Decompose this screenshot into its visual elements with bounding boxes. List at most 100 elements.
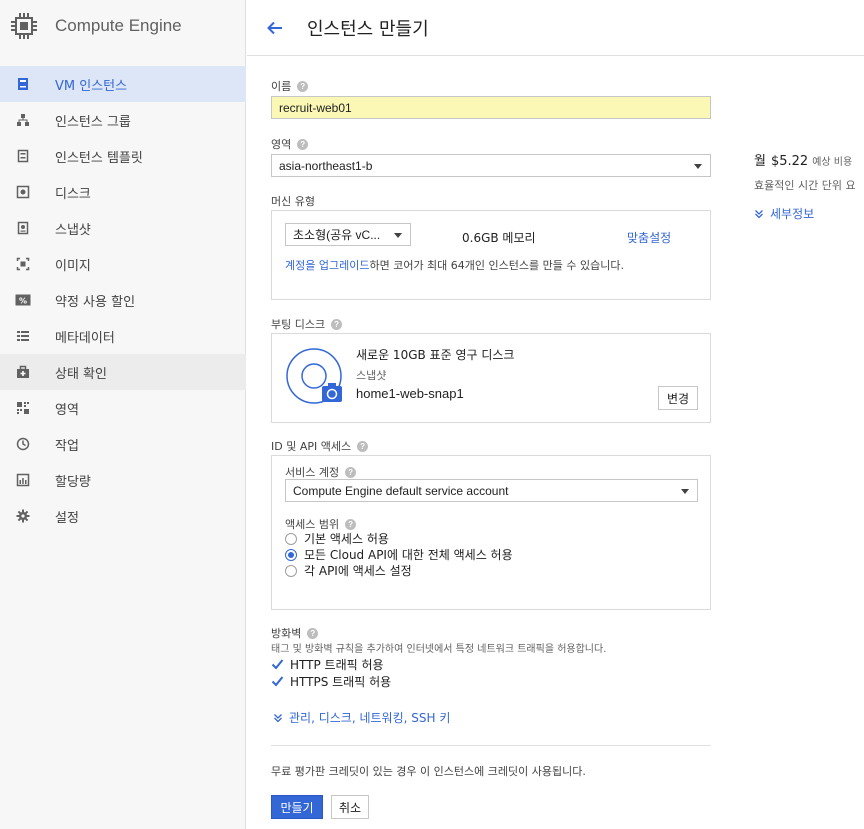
sidebar-item-instance-templates[interactable]: 인스턴스 템플릿	[0, 138, 246, 174]
cost-details-label: 세부정보	[770, 207, 815, 221]
boot-disk-title: 새로운 10GB 표준 영구 디스크	[356, 348, 515, 362]
sidebar-item-label: 설정	[55, 510, 79, 526]
customize-link[interactable]: 맞춤설정	[627, 229, 671, 246]
sidebar-item-snapshots[interactable]: 스냅샷	[0, 210, 246, 246]
instance-groups-icon	[15, 112, 31, 128]
help-icon[interactable]: ?	[357, 440, 369, 452]
scope-option-full-access[interactable]: 모든 Cloud API에 대한 전체 액세스 허용	[285, 546, 513, 563]
upgrade-notice: 계정을 업그레이드하면 코어가 최대 64개인 인스턴스를 만들 수 있습니다.	[285, 257, 624, 273]
sidebar-item-label: 영역	[55, 402, 79, 418]
memory-text: 0.6GB 메모리	[462, 231, 536, 245]
sidebar-item-disks[interactable]: 디스크	[0, 174, 246, 210]
zones-icon	[15, 400, 31, 416]
identity-api-label-text: ID 및 API 액세스	[271, 440, 352, 453]
snapshot-label: 스냅샷	[356, 369, 387, 382]
sidebar-item-label: 디스크	[55, 186, 91, 202]
svg-text:%: %	[19, 297, 27, 306]
cancel-button[interactable]: 취소	[331, 795, 369, 819]
change-disk-button[interactable]: 변경	[658, 386, 698, 410]
disk-icon	[15, 184, 31, 200]
sidebar-item-label: 이미지	[55, 258, 91, 274]
page-header: 인스턴스 만들기	[247, 0, 864, 56]
page-title: 인스턴스 만들기	[307, 18, 429, 40]
help-icon[interactable]: ?	[297, 138, 309, 150]
sidebar-nav: VM 인스턴스 인스턴스 그룹 인스턴스 템플릿 디스크 스냅샷 이미지 % 약…	[0, 66, 246, 534]
sidebar-item-label: 메타데이터	[55, 330, 115, 346]
sidebar-item-health-checks[interactable]: 상태 확인	[0, 354, 246, 390]
divider	[271, 745, 711, 746]
upgrade-notice-text: 하면 코어가 최대 64개인 인스턴스를 만들 수 있습니다.	[369, 259, 624, 272]
disk-snapshot-icon	[286, 348, 346, 408]
machine-type-label: 머신 유형	[271, 193, 315, 209]
monthly-cost-amount: $5.22	[770, 154, 809, 169]
checkmark-icon[interactable]	[271, 658, 284, 671]
firewall-label-text: 방화벽	[271, 627, 302, 640]
machine-type-select[interactable]: 초소형(공유 vC...	[285, 223, 411, 246]
boot-disk-label-text: 부팅 디스크	[271, 318, 326, 331]
scope-option-label: 모든 Cloud API에 대한 전체 액세스 허용	[304, 548, 513, 562]
radio-button-selected[interactable]	[285, 548, 297, 561]
allow-https-checkbox[interactable]: HTTPS 트래픽 허용	[271, 673, 391, 690]
zone-select[interactable]: asia-northeast1-b	[271, 154, 711, 177]
discount-icon: %	[15, 292, 31, 308]
scope-option-per-api[interactable]: 각 API에 액세스 설정	[285, 562, 412, 579]
compute-engine-logo-icon	[10, 12, 38, 40]
help-icon[interactable]: ?	[297, 80, 309, 92]
double-chevron-down-icon	[274, 713, 282, 722]
service-account-label-text: 서비스 계정	[285, 466, 340, 479]
app-title: Compute Engine	[55, 16, 182, 35]
sidebar-item-operations[interactable]: 작업	[0, 426, 246, 462]
zone-label-text: 영역	[271, 138, 292, 151]
allow-https-label: HTTPS 트래픽 허용	[290, 675, 392, 689]
machine-type-label-text: 머신 유형	[271, 195, 315, 208]
machine-type-box: 초소형(공유 vC... 0.6GB 메모리 맞춤설정 계정을 업그레이드하면 …	[271, 210, 711, 300]
machine-type-value: 초소형(공유 vC...	[293, 228, 381, 242]
double-chevron-down-icon	[755, 209, 763, 218]
sidebar-item-settings[interactable]: 설정	[0, 498, 246, 534]
help-icon[interactable]: ?	[345, 518, 357, 530]
sidebar-item-metadata[interactable]: 메타데이터	[0, 318, 246, 354]
radio-button[interactable]	[285, 532, 297, 545]
sidebar-item-label: 스냅샷	[55, 222, 91, 238]
name-input[interactable]: recruit-web01	[271, 96, 711, 119]
help-icon[interactable]: ?	[331, 318, 343, 330]
sidebar-item-zones[interactable]: 영역	[0, 390, 246, 426]
sidebar-item-instance-groups[interactable]: 인스턴스 그룹	[0, 102, 246, 138]
sidebar-item-label: VM 인스턴스	[55, 78, 128, 94]
sidebar-item-committed-use-discounts[interactable]: % 약정 사용 할인	[0, 282, 246, 318]
sidebar-item-quotas[interactable]: 할당량	[0, 462, 246, 498]
advanced-options-label: 관리, 디스크, 네트워킹, SSH 키	[289, 711, 451, 725]
firewall-label: 방화벽 ?	[271, 625, 319, 641]
back-arrow-icon[interactable]	[265, 18, 285, 38]
operations-icon	[15, 436, 31, 452]
service-account-value: Compute Engine default service account	[293, 483, 509, 498]
sidebar-item-images[interactable]: 이미지	[0, 246, 246, 282]
estimate-label: 예상 비용	[812, 157, 853, 168]
cost-details-link[interactable]: 세부정보	[754, 205, 864, 222]
credit-notice: 무료 평가판 크레딧이 있는 경우 이 인스턴스에 크레딧이 사용됩니다.	[271, 765, 586, 778]
help-icon[interactable]: ?	[307, 627, 319, 639]
main-content: 인스턴스 만들기 이름 ? recruit-web01 영역 ? asia-no…	[247, 0, 864, 829]
snapshot-name: home1-web-snap1	[356, 386, 464, 401]
service-account-label: 서비스 계정 ?	[285, 464, 357, 480]
chevron-down-icon	[694, 164, 702, 169]
zone-label: 영역 ?	[271, 136, 309, 152]
service-account-select[interactable]: Compute Engine default service account	[285, 479, 698, 502]
firewall-description: 태그 및 방화벽 규칙을 추가하여 인터넷에서 특정 네트워크 트래픽을 허용합…	[271, 644, 607, 655]
create-button[interactable]: 만들기	[271, 795, 323, 819]
monthly-cost-row: 월 $5.22 예상 비용	[754, 150, 864, 169]
effective-rate-text: 효율적인 시간 단위 요	[754, 179, 856, 192]
allow-http-checkbox[interactable]: HTTP 트래픽 허용	[271, 656, 384, 673]
help-icon[interactable]: ?	[345, 466, 357, 478]
month-label: 월	[754, 154, 766, 169]
scope-option-default[interactable]: 기본 액세스 허용	[285, 530, 389, 547]
sidebar-item-label: 작업	[55, 438, 79, 454]
sidebar-header: Compute Engine	[0, 0, 245, 52]
upgrade-account-link[interactable]: 계정을 업그레이드	[285, 259, 369, 272]
settings-icon	[15, 508, 31, 524]
radio-button[interactable]	[285, 564, 297, 577]
sidebar-item-label: 인스턴스 그룹	[55, 114, 131, 130]
sidebar-item-vm-instances[interactable]: VM 인스턴스	[0, 66, 246, 102]
checkmark-icon[interactable]	[271, 675, 284, 688]
advanced-options-link[interactable]: 관리, 디스크, 네트워킹, SSH 키	[273, 709, 450, 726]
